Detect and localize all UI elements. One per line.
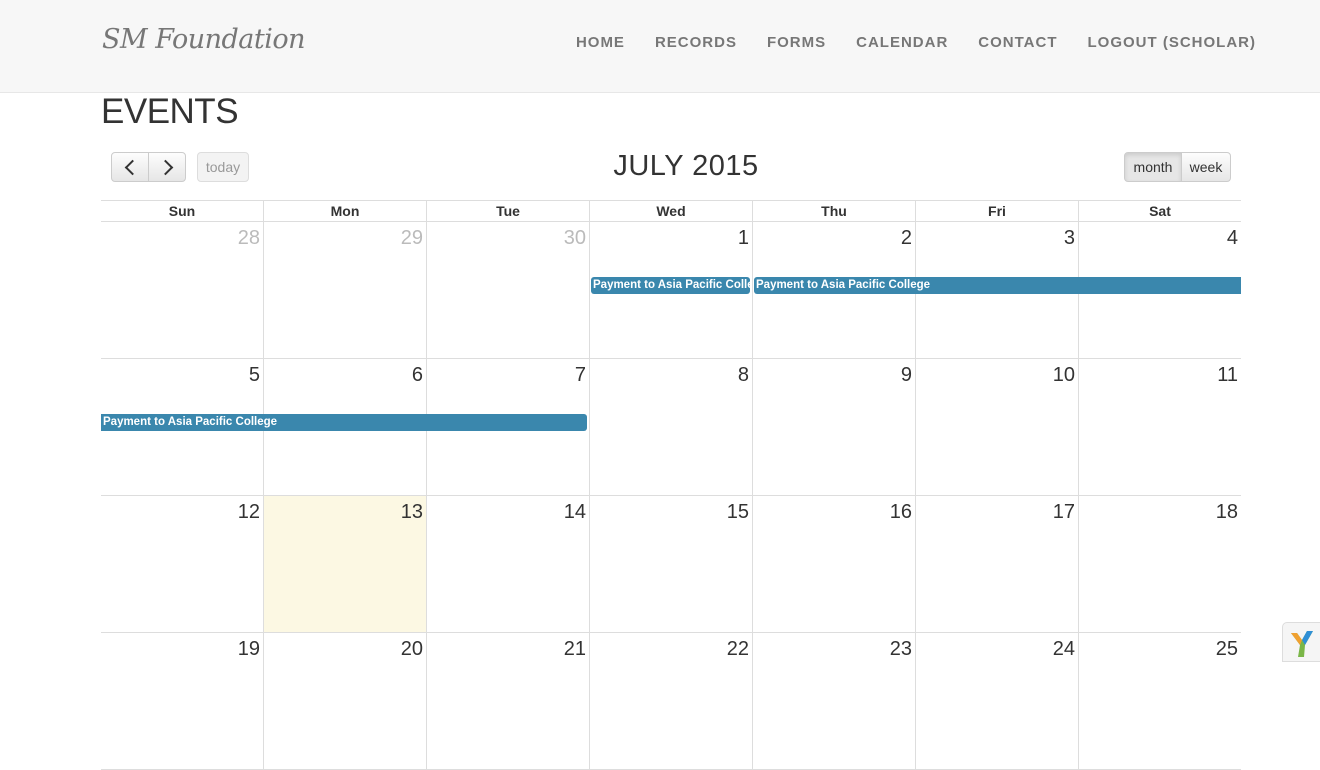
day-cell[interactable]: 9 bbox=[752, 359, 915, 495]
day-cell[interactable]: 24 bbox=[915, 633, 1078, 769]
page-title: EVENTS bbox=[101, 92, 239, 131]
day-cell[interactable]: 20 bbox=[263, 633, 426, 769]
day-number: 21 bbox=[563, 638, 586, 660]
day-number: 25 bbox=[1215, 638, 1238, 660]
day-number: 30 bbox=[563, 227, 586, 249]
day-number: 4 bbox=[1226, 227, 1238, 249]
calendar-event[interactable]: Payment to Asia Pacific College bbox=[101, 414, 587, 431]
day-cell[interactable]: 25 bbox=[1078, 633, 1241, 769]
day-number: 2 bbox=[900, 227, 912, 249]
nav-calendar[interactable]: CALENDAR bbox=[856, 34, 948, 51]
day-cell[interactable]: 17 bbox=[915, 496, 1078, 632]
day-number: 1 bbox=[737, 227, 749, 249]
day-number: 15 bbox=[726, 501, 749, 523]
nav-contact[interactable]: CONTACT bbox=[978, 34, 1057, 51]
debug-toolbar-widget[interactable] bbox=[1282, 622, 1320, 662]
day-cell[interactable]: 21 bbox=[426, 633, 589, 769]
nav-logout[interactable]: LOGOUT (SCHOLAR) bbox=[1088, 34, 1256, 51]
yii-logo-icon bbox=[1291, 631, 1313, 657]
calendar-event[interactable]: Payment to Asia Pacific College bbox=[591, 277, 750, 294]
day-number: 24 bbox=[1052, 638, 1075, 660]
day-header: Fri bbox=[915, 201, 1078, 221]
nav-forms[interactable]: FORMS bbox=[767, 34, 826, 51]
day-number: 28 bbox=[237, 227, 260, 249]
day-number: 7 bbox=[574, 364, 586, 386]
day-number: 6 bbox=[411, 364, 423, 386]
day-number: 19 bbox=[237, 638, 260, 660]
day-header: Sat bbox=[1078, 201, 1241, 221]
day-number: 14 bbox=[563, 501, 586, 523]
day-number: 11 bbox=[1217, 364, 1238, 386]
day-number: 10 bbox=[1052, 364, 1075, 386]
day-number: 8 bbox=[737, 364, 749, 386]
day-number: 12 bbox=[237, 501, 260, 523]
day-cell[interactable]: 12 bbox=[101, 496, 263, 632]
day-cell[interactable]: 23 bbox=[752, 633, 915, 769]
day-cell[interactable]: 14 bbox=[426, 496, 589, 632]
day-cell[interactable]: 29 bbox=[263, 222, 426, 358]
day-number: 13 bbox=[400, 501, 423, 523]
day-number: 22 bbox=[726, 638, 749, 660]
day-number: 18 bbox=[1215, 501, 1238, 523]
day-cell[interactable]: 13 bbox=[263, 496, 426, 632]
day-number: 3 bbox=[1063, 227, 1075, 249]
week-row: 12 13 14 15 16 17 18 bbox=[101, 496, 1241, 633]
day-cell[interactable]: 8 bbox=[589, 359, 752, 495]
day-number: 20 bbox=[400, 638, 423, 660]
brand-logo[interactable]: SM Foundation bbox=[102, 24, 306, 55]
calendar-weeks: 28 29 30 1 2 3 4 Payment to Asia Pacific Colleg… bbox=[101, 222, 1241, 770]
day-header: Tue bbox=[426, 201, 589, 221]
day-number: 29 bbox=[400, 227, 423, 249]
day-cell[interactable]: 28 bbox=[101, 222, 263, 358]
day-cell[interactable]: 15 bbox=[589, 496, 752, 632]
nav-menu: HOME RECORDS FORMS CALENDAR CONTACT LOGO… bbox=[576, 34, 1256, 51]
day-cell[interactable]: 18 bbox=[1078, 496, 1241, 632]
day-cell[interactable]: 16 bbox=[752, 496, 915, 632]
day-cell[interactable]: 11 bbox=[1078, 359, 1241, 495]
calendar-event[interactable]: Payment to Asia Pacific College bbox=[754, 277, 1241, 294]
day-header: Wed bbox=[589, 201, 752, 221]
day-header-row: Sun Mon Tue Wed Thu Fri Sat bbox=[101, 200, 1241, 222]
day-header: Thu bbox=[752, 201, 915, 221]
day-cell[interactable]: 10 bbox=[915, 359, 1078, 495]
day-header: Mon bbox=[263, 201, 426, 221]
week-view-button[interactable]: week bbox=[1181, 152, 1231, 182]
day-cell[interactable]: 30 bbox=[426, 222, 589, 358]
day-number: 9 bbox=[900, 364, 912, 386]
day-number: 23 bbox=[889, 638, 912, 660]
day-cell[interactable]: 22 bbox=[589, 633, 752, 769]
day-number: 5 bbox=[248, 364, 260, 386]
day-number: 17 bbox=[1052, 501, 1075, 523]
calendar-grid: Sun Mon Tue Wed Thu Fri Sat 28 29 30 1 2 3 4 Pa… bbox=[101, 200, 1241, 770]
week-row: 19 20 21 22 23 24 25 bbox=[101, 633, 1241, 770]
nav-home[interactable]: HOME bbox=[576, 34, 625, 51]
nav-records[interactable]: RECORDS bbox=[655, 34, 737, 51]
day-number: 16 bbox=[889, 501, 912, 523]
week-row: 5 6 7 8 9 10 11 Payment to Asia Pacific College bbox=[101, 359, 1241, 496]
week-row: 28 29 30 1 2 3 4 Payment to Asia Pacific Colleg… bbox=[101, 222, 1241, 359]
calendar-title: JULY 2015 bbox=[613, 150, 759, 182]
day-header: Sun bbox=[168, 203, 196, 219]
navbar: SM Foundation HOME RECORDS FORMS CALENDA… bbox=[0, 0, 1320, 93]
month-view-button[interactable]: month bbox=[1124, 152, 1182, 182]
day-cell[interactable]: 19 bbox=[101, 633, 263, 769]
